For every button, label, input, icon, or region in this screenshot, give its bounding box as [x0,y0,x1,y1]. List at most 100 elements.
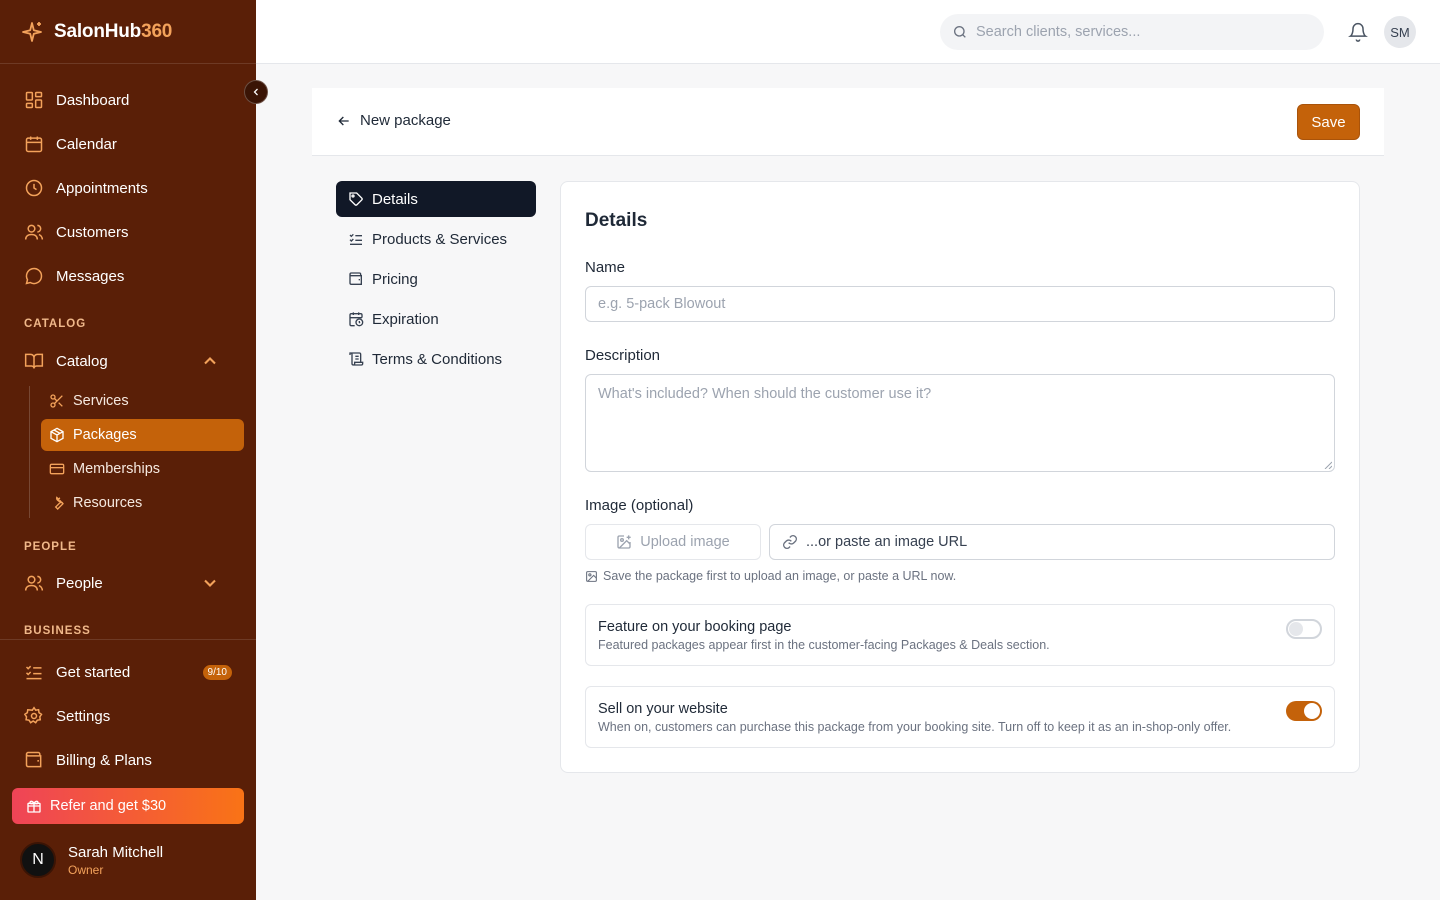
save-button[interactable]: Save [1297,104,1360,140]
sidebar-item-appointments[interactable]: Appointments [24,174,232,202]
sell-description: When on, customers can purchase this pac… [598,720,1232,734]
sidebar-item-get-started[interactable]: Get started 9/10 [24,658,232,686]
tab-terms[interactable]: Terms & Conditions [336,341,536,377]
sidebar-item-billing[interactable]: Billing & Plans [24,746,232,774]
back-button[interactable]: New package [336,112,451,129]
tab-label: Products & Services [372,230,508,248]
sidebar-subitem-label: Packages [73,427,137,443]
name-label: Name [585,259,626,276]
users-icon [24,575,44,591]
sidebar-item-messages[interactable]: Messages [24,262,232,290]
search-input[interactable]: Search clients, services... [940,14,1324,50]
image-plus-icon [617,535,631,549]
name-input[interactable]: e.g. 5-pack Blowout [585,286,1335,322]
tab-details[interactable]: Details [336,181,536,217]
refer-button[interactable]: Refer and get $30 [12,788,244,824]
users-icon [24,224,44,240]
upload-image-button[interactable]: Upload image [585,524,761,560]
sidebar-item-settings[interactable]: Settings [24,702,232,730]
sidebar-item-dashboard[interactable]: Dashboard [24,86,232,114]
hint-text: Save the package first to upload an imag… [603,569,957,583]
book-open-icon [24,353,44,369]
arrow-left-icon [338,116,349,125]
sidebar-item-label: Billing & Plans [56,751,152,769]
sidebar-item-label: Settings [56,707,111,725]
section-label-people: PEOPLE [24,541,77,553]
package-icon [50,427,64,443]
upload-label: Upload image [640,534,730,550]
user-role: Owner [68,862,104,877]
sidebar-subitem-memberships[interactable]: Memberships [41,453,244,485]
calendar-clock-icon [349,312,364,327]
user-name: Sarah Mitchell [68,843,164,861]
image-icon [586,570,597,582]
collapse-sidebar-button[interactable] [244,80,268,104]
sparkle-logo-icon [22,21,42,42]
sidebar-item-label: Appointments [56,179,148,197]
tab-products-services[interactable]: Products & Services [336,221,536,257]
sidebar-item-label: Customers [56,223,129,241]
tab-expiration[interactable]: Expiration [336,301,536,337]
scissors-icon [50,394,63,408]
grid-icon [25,91,43,109]
description-label: Description [585,347,661,364]
feature-toggle[interactable] [1286,619,1322,639]
description-textarea[interactable]: What's included? When should the custome… [585,374,1335,472]
sidebar-item-customers[interactable]: Customers [24,218,232,246]
gift-icon [27,800,41,813]
sidebar-item-people[interactable]: People [24,569,232,597]
tag-icon [349,192,363,206]
sidebar-subitem-resources[interactable]: Resources [41,487,244,519]
search-placeholder: Search clients, services... [976,24,1141,40]
card-heading: Details [585,210,648,231]
sell-toggle[interactable] [1286,701,1322,721]
user-avatar[interactable]: SM [1384,16,1416,48]
sidebar-subitem-label: Services [73,393,129,409]
section-label-business: BUSINESS [24,625,91,637]
sidebar-divider [0,639,256,640]
sidebar-subitem-services[interactable]: Services [41,385,244,417]
brand[interactable]: SalonHub360 [0,0,256,64]
chevron-down-icon [204,579,216,587]
sell-title: Sell on your website [598,701,728,717]
image-url-input[interactable]: ...or paste an image URL [769,524,1335,560]
feature-description: Featured packages appear first in the cu… [598,638,1050,652]
sidebar-subitem-packages[interactable]: Packages [41,419,244,451]
bell-icon[interactable] [1348,22,1368,42]
scroll-icon [349,352,364,366]
wallet-icon [25,751,42,768]
name-placeholder: e.g. 5-pack Blowout [598,296,726,312]
url-placeholder: ...or paste an image URL [806,534,968,550]
sidebar-item-label: People [56,574,103,592]
chevron-left-icon [253,88,258,96]
checklist-icon [25,665,42,680]
sidebar-subitem-label: Resources [73,495,143,511]
feature-toggle-row: Feature on your booking page Featured pa… [585,604,1335,666]
avatar: N [20,842,56,878]
brand-name: SalonHub360 [54,20,173,42]
tab-label: Pricing [372,270,418,288]
section-tabs: Details Products & Services Pricing Expi… [336,181,536,381]
sidebar-item-label: Get started [56,663,131,681]
resize-handle-icon[interactable] [1324,461,1332,469]
user-profile[interactable]: N Sarah Mitchell Owner [20,842,163,878]
wrench-icon [54,496,64,510]
list-check-icon [349,233,362,245]
wallet-icon [349,272,362,285]
message-icon [25,267,43,285]
sidebar-item-catalog[interactable]: Catalog [24,347,232,375]
description-placeholder: What's included? When should the custome… [598,386,932,402]
feature-title: Feature on your booking page [598,619,792,635]
tab-label: Expiration [372,310,439,328]
tab-pricing[interactable]: Pricing [336,261,536,297]
sidebar: SalonHub360 Dashboard Calendar Appointme… [0,0,268,900]
link-icon [783,535,797,549]
search-icon [954,26,966,38]
calendar-icon [25,136,43,153]
sidebar-item-calendar[interactable]: Calendar [24,130,232,158]
page-header: New package Save [312,88,1384,156]
clock-icon [25,179,43,197]
image-hint: Save the package first to upload an imag… [585,569,956,583]
chevron-up-icon [204,357,216,365]
sidebar-subitem-label: Memberships [73,461,161,477]
